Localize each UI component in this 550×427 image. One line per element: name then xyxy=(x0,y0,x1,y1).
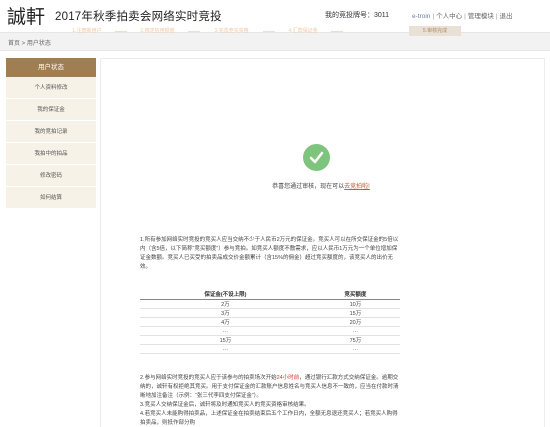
note-4: 4.若竞买人未能购得拍卖品，上述保证金在拍卖结束后五个工作日内，全额无息退还竞买… xyxy=(140,411,398,426)
sidebar: 用户状态 个人资料修改 我的保证金 我的竞拍记录 我拍中的拍品 修改密码 如何结… xyxy=(6,58,96,209)
go-bid-link[interactable]: 去竞拍啦! xyxy=(344,184,370,190)
deposit-table: 保证金(不设上限) 竞买额度 2万 10万 3万 15万 4万 20万 …… 15万 7… xyxy=(140,290,400,354)
step-register: 1.注册新用户 xyxy=(72,28,102,34)
username-link[interactable]: e-troin xyxy=(412,13,430,20)
breadcrumb[interactable]: 首页 > 用户状态 xyxy=(8,38,51,47)
logout-link[interactable]: 退出 xyxy=(500,13,513,20)
table-cell: … xyxy=(140,326,311,336)
table-cell: 2万 xyxy=(140,299,311,309)
sidebar-item-profile[interactable]: 个人资料修改 xyxy=(6,77,96,99)
table-cell: … xyxy=(310,326,400,336)
table-row: 3万 15万 xyxy=(140,308,400,318)
table-cell: 15万 xyxy=(310,308,400,318)
table-cell: 4万 xyxy=(140,317,311,327)
sidebar-item-bid-records[interactable]: 我的竞拍记录 xyxy=(6,121,96,143)
page-title: 2017年秋季拍卖会网络实时竞投 xyxy=(55,11,222,23)
table-cell: 3万 xyxy=(140,308,311,318)
table-cell: 15万 xyxy=(140,335,311,345)
step-connector xyxy=(331,30,343,32)
note-2: 2.参与网络实时竞投的竞买人应于该参与的拍卖场次开始24小时前，通过银行汇款方式… xyxy=(140,374,400,401)
table-row: 2万 10万 xyxy=(140,299,400,309)
table-row: …… xyxy=(140,326,400,336)
table-cell: 10万 xyxy=(310,299,400,309)
check-icon xyxy=(303,144,330,171)
separator: | xyxy=(464,13,466,20)
bidder-number: 我的竞投牌号：3011 xyxy=(325,12,390,19)
step-connector xyxy=(188,30,200,32)
notice-paragraph: 1.所有参加网络实时竞投的竞买人应当交纳不少于人民币2万元的保证金。竞买人可以在… xyxy=(140,237,399,270)
step-deposit: 4.汇款保证金 xyxy=(288,28,318,34)
note-3: 3.竞买人交纳保证金后，诚轩将及时通知竞买人的竞买资格审核结果。 xyxy=(140,402,310,408)
sidebar-item-password[interactable]: 修改密码 xyxy=(6,165,96,187)
success-message: 恭喜您通过审核，现在可以去竞拍啦! xyxy=(256,181,386,190)
logo-lettering-2: 軒 xyxy=(26,6,45,28)
logo-lettering: 誠 xyxy=(7,6,26,28)
note-2-text-a: 2.参与网络实时竞投的竞买人应于该参与的拍卖场次开始 xyxy=(140,375,277,381)
rules-notes: 2.参与网络实时竞投的竞买人应于该参与的拍卖场次开始24小时前，通过银行汇款方式… xyxy=(140,374,400,427)
table-row: 4万 20万 xyxy=(140,317,400,327)
table-row: 15万 75万 xyxy=(140,335,400,345)
table-cell: … xyxy=(140,344,311,354)
note-2-deadline: 24小时前 xyxy=(276,375,300,381)
chengxuan-logo[interactable]: 誠 軒 xyxy=(6,2,46,28)
progress-steps: 1.注册新用户 2.绑定信用额度 3.完善竞买资格 4.汇款保证金 5.审核完成 xyxy=(57,26,463,36)
admin-module-link[interactable]: 管理模块 xyxy=(468,13,494,20)
table-header-row: 保证金(不设上限) 竞买额度 xyxy=(140,290,400,300)
table-cell: 75万 xyxy=(310,335,400,345)
table-cell: … xyxy=(310,344,400,354)
table-cell: 20万 xyxy=(310,317,400,327)
user-center-link[interactable]: 个人中心 xyxy=(436,13,462,20)
step-qualification: 3.完善竞买资格 xyxy=(214,28,249,34)
table-row: …… xyxy=(140,344,400,354)
column-header-deposit: 保证金(不设上限) xyxy=(140,290,311,300)
sidebar-item-won-lots[interactable]: 我拍中的拍品 xyxy=(6,143,96,165)
separator: | xyxy=(495,13,498,20)
sidebar-item-deposit[interactable]: 我的保证金 xyxy=(6,99,96,121)
deposit-notice: 1.所有参加网络实时竞投的竞买人应当交纳不少于人民币2万元的保证金。竞买人可以在… xyxy=(140,236,400,272)
step-credit: 2.绑定信用额度 xyxy=(140,28,175,34)
column-header-bid-limit: 竞买额度 xyxy=(310,290,400,300)
success-text: 恭喜您通过审核，现在可以 xyxy=(272,184,345,190)
step-review-complete: 5.审核完成 xyxy=(409,26,461,36)
sidebar-item-settlement[interactable]: 如何结算 xyxy=(6,187,96,209)
sidebar-title[interactable]: 用户状态 xyxy=(6,58,96,77)
separator: | xyxy=(432,13,435,20)
step-connector xyxy=(263,30,275,32)
step-connector xyxy=(115,30,127,32)
user-links: e-troin | 个人中心 | 管理模块 | 退出 xyxy=(412,10,513,20)
